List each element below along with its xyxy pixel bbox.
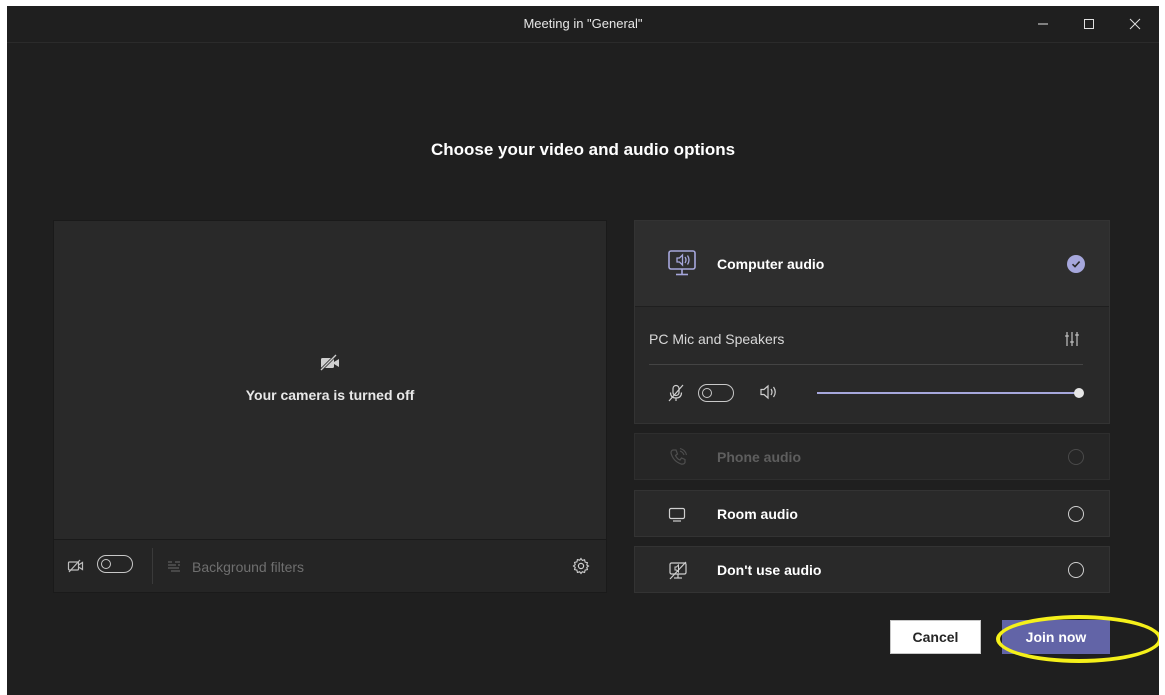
video-preview: Your camera is turned off (54, 221, 606, 541)
background-filters-icon (168, 561, 180, 572)
camera-toggle-knob (101, 558, 111, 569)
phone-icon (670, 448, 687, 465)
computer-audio-option[interactable]: Computer audio PC Mic and Speakers (634, 220, 1110, 424)
room-audio-label: Room audio (717, 506, 798, 522)
minimize-button[interactable] (1020, 6, 1066, 42)
speaker-icon (760, 384, 776, 400)
background-filters-button[interactable]: Background filters (166, 557, 304, 577)
checkmark-icon (1071, 261, 1081, 268)
close-icon (1129, 18, 1141, 30)
close-button[interactable] (1112, 6, 1158, 42)
microphone-toggle[interactable] (698, 384, 734, 402)
room-audio-radio[interactable] (1068, 506, 1084, 522)
maximize-button[interactable] (1066, 6, 1112, 42)
page-heading: Choose your video and audio options (430, 140, 736, 159)
device-divider (649, 364, 1083, 365)
no-audio-radio[interactable] (1068, 562, 1084, 578)
title-bar: Meeting in "General" (7, 6, 1159, 43)
computer-audio-icon (668, 250, 696, 276)
no-audio-option[interactable]: Don't use audio (634, 546, 1110, 593)
gear-icon[interactable] (572, 557, 590, 575)
maximize-icon (1084, 19, 1094, 29)
minimize-icon (1038, 23, 1048, 25)
room-audio-option[interactable]: Room audio (634, 490, 1110, 537)
monitor-icon (668, 507, 686, 522)
no-audio-icon (669, 561, 687, 580)
phone-audio-radio (1068, 449, 1084, 465)
video-preview-panel: Your camera is turned off Background fil… (53, 220, 607, 593)
camera-off-small-icon (67, 559, 84, 573)
computer-audio-header[interactable]: Computer audio (635, 221, 1109, 307)
background-filters-label: Background filters (192, 559, 305, 575)
video-toolbar: Background filters (54, 539, 606, 592)
phone-audio-label: Phone audio (717, 449, 801, 465)
audio-device-label: PC Mic and Speakers (649, 331, 785, 347)
join-now-button[interactable]: Join now (1002, 620, 1110, 654)
mic-off-icon (668, 384, 684, 402)
window-title: Meeting in "General" (523, 16, 643, 31)
computer-audio-label: Computer audio (717, 256, 825, 272)
speaker-volume-thumb[interactable] (1074, 388, 1084, 398)
camera-off-message: Your camera is turned off (245, 387, 415, 403)
no-audio-label: Don't use audio (717, 562, 822, 578)
toolbar-divider (152, 548, 153, 584)
microphone-toggle-knob (702, 387, 712, 398)
cancel-button[interactable]: Cancel (890, 620, 981, 654)
selected-check (1067, 255, 1085, 273)
camera-toggle[interactable] (97, 555, 133, 573)
phone-audio-option: Phone audio (634, 433, 1110, 480)
meeting-prejoin-window: Meeting in "General" Choose your video a… (7, 6, 1159, 695)
speaker-volume-slider[interactable] (817, 392, 1079, 394)
camera-off-icon (319, 354, 339, 372)
equalizer-icon[interactable] (1065, 331, 1079, 347)
